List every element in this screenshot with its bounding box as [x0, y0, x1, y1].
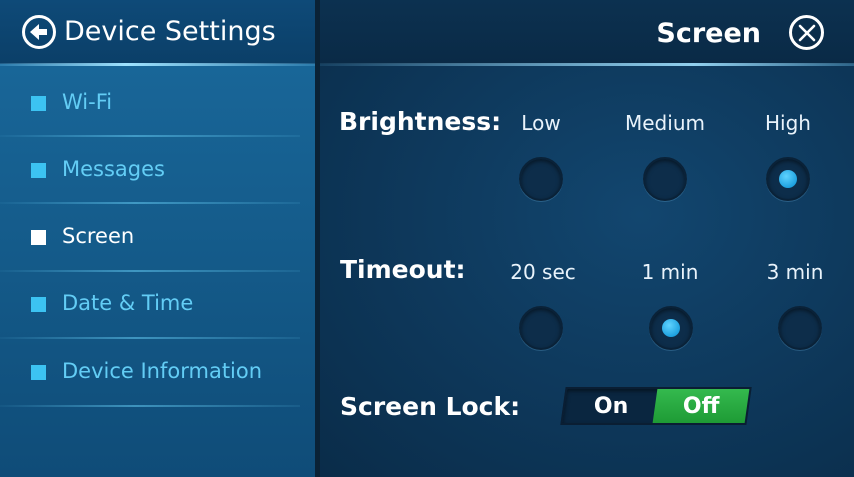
sidebar-item-label: Messages	[62, 157, 165, 181]
sidebar-item-messages[interactable]: Messages	[0, 137, 315, 204]
brightness-medium-radio[interactable]	[643, 157, 687, 201]
header-divider	[320, 63, 854, 66]
page-title: Screen	[656, 18, 761, 49]
bullet-icon	[31, 96, 46, 111]
close-button[interactable]	[789, 15, 824, 50]
back-arrow-icon	[30, 24, 47, 40]
sidebar-item-label: Date & Time	[62, 291, 194, 315]
sidebar-item-label: Wi-Fi	[62, 90, 113, 114]
brightness-option-low-label: Low	[521, 111, 561, 135]
sidebar-divider	[0, 405, 300, 407]
timeout-3min-radio[interactable]	[778, 306, 822, 350]
sidebar-title: Device Settings	[64, 16, 276, 47]
close-icon	[798, 24, 815, 41]
timeout-option-1min-label: 1 min	[641, 260, 699, 284]
timeout-option-3min-label: 3 min	[766, 260, 824, 284]
sidebar-item-screen[interactable]: Screen	[0, 204, 315, 271]
bullet-icon	[31, 297, 46, 312]
timeout-label: Timeout:	[340, 255, 466, 284]
header-divider	[0, 63, 315, 66]
main-header: Screen	[320, 0, 854, 66]
back-button[interactable]	[22, 15, 56, 49]
sidebar-item-label: Screen	[62, 224, 135, 248]
brightness-option-medium-label: Medium	[625, 111, 705, 135]
brightness-option-high-label: High	[765, 111, 811, 135]
bullet-icon	[31, 163, 46, 178]
brightness-low-radio[interactable]	[519, 157, 563, 201]
sidebar-item-device-information[interactable]: Device Information	[0, 339, 315, 406]
bullet-icon	[31, 365, 46, 380]
main-panel: Screen Brightness: Low Medium High Timeo…	[320, 0, 854, 477]
screen-lock-off-label: Off	[682, 393, 720, 419]
sidebar-item-label: Device Information	[62, 359, 263, 383]
sidebar: Device Settings Wi-Fi Messages Screen Da…	[0, 0, 315, 477]
sidebar-header: Device Settings	[0, 0, 315, 66]
bullet-icon	[31, 230, 46, 245]
screen-lock-on-label: On	[593, 393, 629, 419]
sidebar-item-wifi[interactable]: Wi-Fi	[0, 70, 315, 137]
screen-lock-toggle[interactable]: On Off	[560, 387, 752, 425]
screen-lock-off-option[interactable]: Off	[652, 389, 750, 423]
timeout-20sec-radio[interactable]	[519, 306, 563, 350]
timeout-option-20sec-label: 20 sec	[510, 260, 576, 284]
screen-lock-on-option[interactable]: On	[563, 389, 660, 423]
timeout-1min-radio[interactable]	[649, 306, 693, 350]
sidebar-item-date-time[interactable]: Date & Time	[0, 271, 315, 338]
screen-lock-label: Screen Lock:	[340, 392, 521, 421]
brightness-label: Brightness:	[339, 107, 502, 136]
brightness-high-radio[interactable]	[766, 157, 810, 201]
